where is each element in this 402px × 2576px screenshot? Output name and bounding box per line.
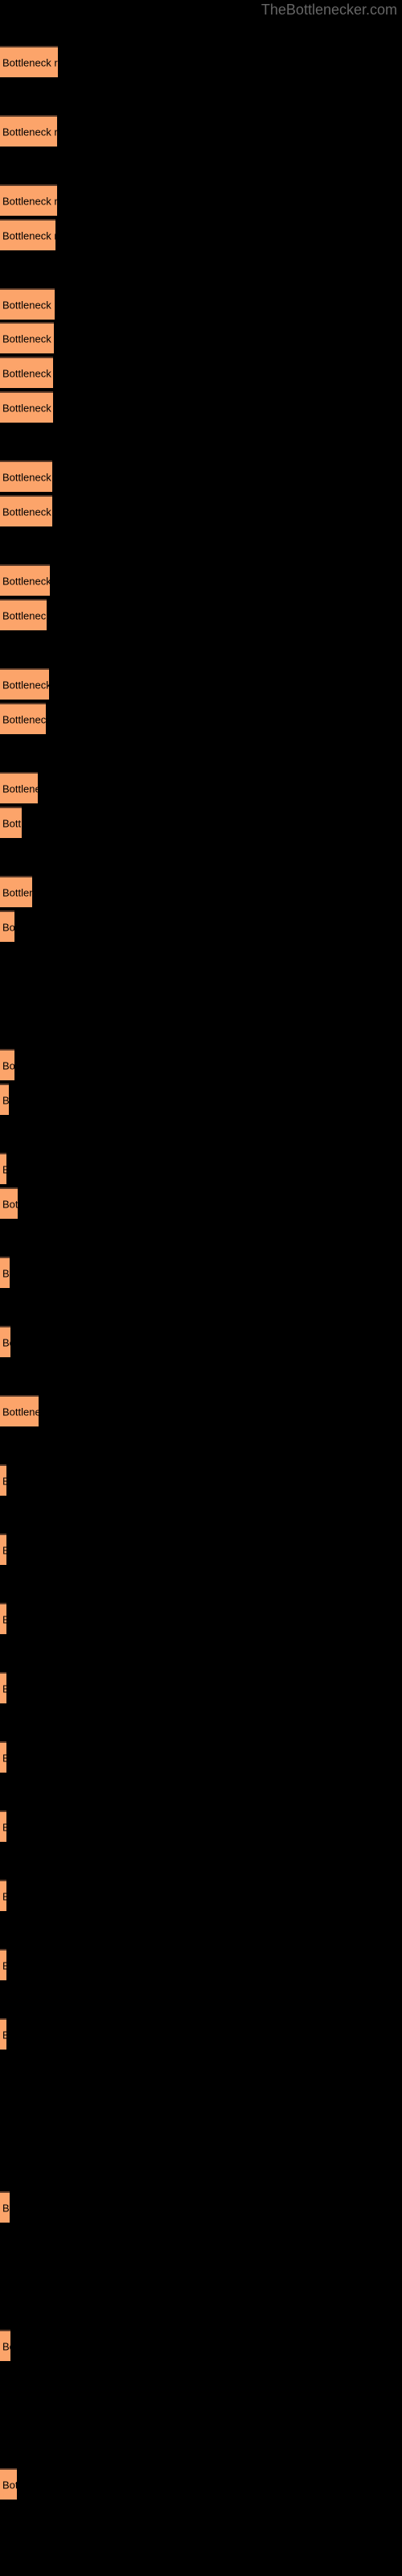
bar-label: Bottleneck result — [2, 921, 14, 933]
bar-label: Bottleneck result — [2, 506, 52, 518]
bar-label: Bottleneck result — [2, 367, 53, 379]
bar-label: Bottleneck result — [2, 195, 57, 207]
bar-label: Bottleneck result — [2, 1752, 6, 1764]
bar: Bottleneck result — [0, 2330, 10, 2361]
bar: Bottleneck result — [0, 391, 53, 423]
bar-label: Bottleneck result — [2, 575, 50, 587]
bottleneck-bar-chart: TheBottlenecker.com Bottleneck resultBot… — [0, 0, 402, 2576]
bar-label: Bottleneck result — [2, 1406, 39, 1418]
bar: Bottleneck result — [0, 1049, 14, 1080]
bar: Bottleneck result — [0, 1741, 6, 1773]
bar-label: Bottleneck result — [2, 2340, 10, 2352]
bar-label: Bottleneck result — [2, 2029, 6, 2041]
bar: Bottleneck result — [0, 460, 52, 492]
bar-label: Bottleneck result — [2, 609, 47, 621]
bar: Bottleneck result — [0, 2018, 6, 2050]
bar-label: Bottleneck result — [2, 1544, 6, 1556]
bar: Bottleneck result — [0, 703, 46, 734]
bar-label: Bottleneck result — [2, 229, 55, 242]
bar: Bottleneck result — [0, 807, 22, 838]
bar-label: Bottleneck result — [2, 1475, 6, 1487]
bar: Bottleneck result — [0, 357, 53, 388]
bar: Bottleneck result — [0, 495, 52, 526]
bar-label: Bottleneck result — [2, 817, 22, 829]
bar: Bottleneck result — [0, 1187, 18, 1219]
bar-label: Bottleneck result — [2, 1336, 10, 1348]
bar-label: Bottleneck result — [2, 1959, 6, 1971]
bar-label: Bottleneck result — [2, 1094, 9, 1106]
bar-label: Bottleneck result — [2, 126, 57, 138]
bar-label: Bottleneck result — [2, 56, 58, 68]
bar: Bottleneck result — [0, 46, 58, 77]
bar-label: Bottleneck result — [2, 1821, 6, 1833]
bar: Bottleneck result — [0, 668, 49, 700]
bar-series: Bottleneck result Bottleneck result Bottle… — [0, 0, 402, 2576]
bar-label: Bottleneck result — [2, 1890, 6, 1902]
bar-label: Bottleneck result — [2, 886, 32, 898]
bar-label: Bottleneck result — [2, 782, 38, 795]
bar: Bottleneck result — [0, 1084, 9, 1115]
bar-label: Bottleneck result — [2, 679, 49, 691]
bar-label: Bottleneck result — [2, 332, 54, 345]
bar: Bottleneck result — [0, 288, 55, 320]
bar: Bottleneck result — [0, 772, 38, 803]
bar: Bottleneck result — [0, 876, 32, 907]
bar-label: Bottleneck result — [2, 1267, 10, 1279]
bar: Bottleneck result — [0, 184, 57, 216]
bar: Bottleneck result — [0, 1880, 6, 1911]
bar-label: Bottleneck result — [2, 402, 53, 414]
bar-label: Bottleneck result — [2, 1163, 6, 1175]
bar: Bottleneck result — [0, 1672, 6, 1703]
bar-label: Bottleneck result — [2, 299, 55, 311]
bar: Bottleneck result — [0, 1464, 6, 1496]
bar: Bottleneck result — [0, 1153, 6, 1184]
bar: Bottleneck result — [0, 1326, 10, 1357]
bar: Bottleneck result — [0, 564, 50, 596]
bar: Bottleneck result — [0, 1949, 6, 1980]
bar-label: Bottleneck result — [2, 1613, 6, 1625]
bar: Bottleneck result — [0, 2191, 10, 2223]
bar: Bottleneck result — [0, 1395, 39, 1426]
bar: Bottleneck result — [0, 1257, 10, 1288]
bar-label: Bottleneck result — [2, 2479, 17, 2491]
bar-label: Bottleneck result — [2, 1059, 14, 1071]
bar: Bottleneck result — [0, 2468, 17, 2500]
bar: Bottleneck result — [0, 599, 47, 630]
bar-label: Bottleneck result — [2, 713, 46, 725]
bar: Bottleneck result — [0, 1534, 6, 1565]
bar-label: Bottleneck result — [2, 1198, 18, 1210]
bar: Bottleneck result — [0, 115, 57, 147]
bar: Bottleneck result — [0, 1603, 6, 1634]
bar-label: Bottleneck result — [2, 1682, 6, 1695]
bar: Bottleneck result — [0, 219, 55, 250]
bar: Bottleneck result — [0, 322, 54, 353]
bar-label: Bottleneck result — [2, 2202, 10, 2214]
bar-label: Bottleneck result — [2, 471, 52, 483]
bar: Bottleneck result — [0, 910, 14, 942]
bar: Bottleneck result — [0, 1810, 6, 1842]
